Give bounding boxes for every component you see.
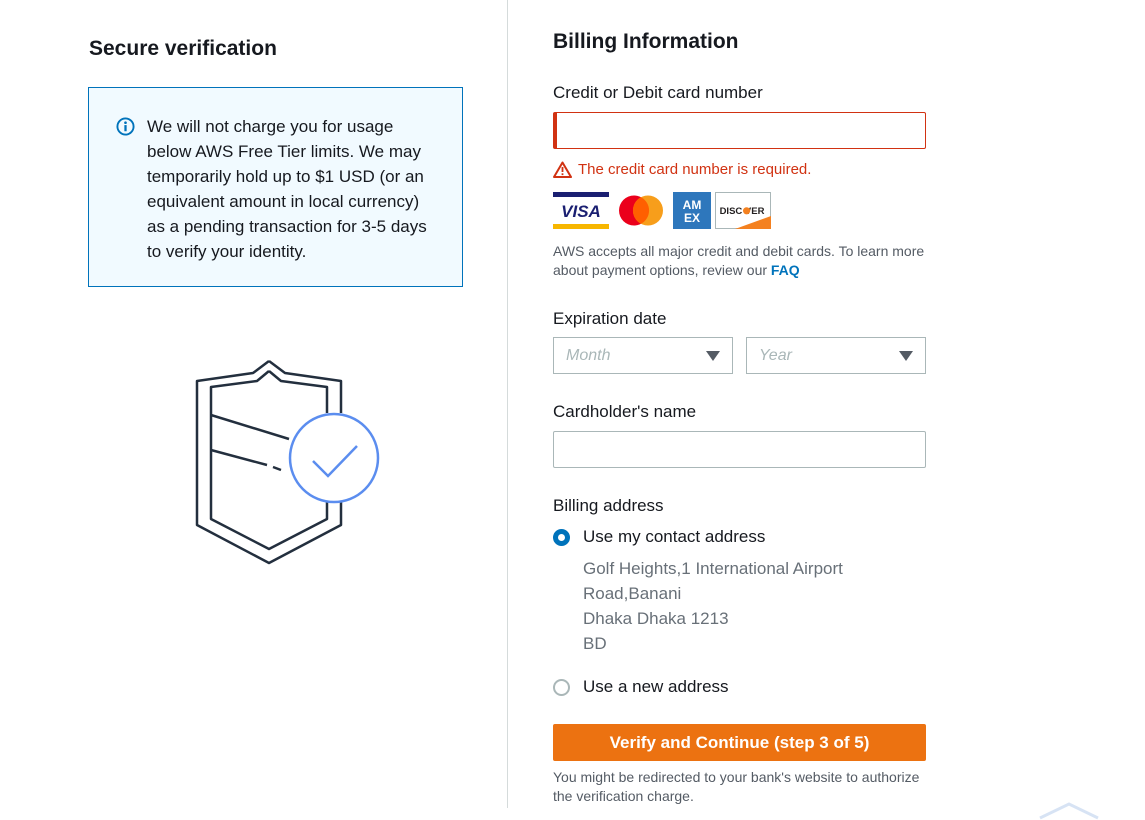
faq-link[interactable]: FAQ	[771, 262, 800, 278]
cardholder-name-input[interactable]	[553, 431, 926, 468]
card-number-label: Credit or Debit card number	[553, 83, 763, 102]
info-alert: We will not charge you for usage below A…	[88, 87, 463, 287]
visa-logo: VISA	[553, 192, 609, 229]
billing-information-title: Billing Information	[553, 30, 739, 53]
contact-address: Golf Heights,1 International Airport Roa…	[583, 556, 843, 656]
svg-text:EX: EX	[684, 211, 700, 225]
shield-check-illustration	[195, 360, 380, 565]
accepted-cards-note: AWS accepts all major credit and debit c…	[553, 242, 933, 280]
month-placeholder: Month	[566, 346, 611, 364]
billing-address-label: Billing address	[553, 496, 664, 515]
verify-continue-button[interactable]: Verify and Continue (step 3 of 5)	[553, 724, 926, 761]
month-select[interactable]: Month	[553, 337, 733, 374]
address-line: BD	[583, 634, 607, 653]
year-select[interactable]: Year	[746, 337, 926, 374]
radio-checked[interactable]	[553, 528, 570, 546]
use-new-address-option[interactable]: Use a new address	[553, 677, 729, 697]
address-line: Road,Banani	[583, 584, 682, 603]
warning-icon	[553, 161, 572, 178]
mastercard-logo	[613, 192, 669, 229]
card-number-input[interactable]	[553, 112, 926, 149]
address-line: Dhaka Dhaka 1213	[583, 609, 729, 628]
svg-text:VISA: VISA	[561, 202, 601, 221]
svg-text:DISC VER: DISC VER	[720, 206, 765, 217]
card-error-message: The credit card number is required.	[553, 158, 811, 180]
cardholder-name-label: Cardholder's name	[553, 402, 697, 421]
info-icon	[116, 117, 135, 136]
redirect-note: You might be redirected to your bank's w…	[553, 769, 920, 804]
card-brand-logos: VISA AM EX DISC VER	[553, 192, 771, 229]
chevron-up-icon[interactable]	[1038, 800, 1100, 820]
use-contact-address-option[interactable]: Use my contact address	[553, 527, 765, 547]
use-new-address-label: Use a new address	[583, 677, 729, 696]
info-text: We will not charge you for usage below A…	[147, 117, 427, 261]
amex-logo: AM EX	[673, 192, 711, 229]
accepted-cards-text: AWS accepts all major credit and debit c…	[553, 243, 925, 278]
card-error-text: The credit card number is required.	[578, 160, 812, 178]
chevron-down-icon	[706, 351, 720, 361]
column-divider	[507, 0, 508, 808]
use-contact-address-label: Use my contact address	[583, 527, 766, 546]
discover-logo: DISC VER	[715, 192, 771, 229]
expiration-date-label: Expiration date	[553, 309, 667, 328]
svg-text:AM: AM	[683, 198, 702, 212]
radio-unchecked[interactable]	[553, 678, 570, 696]
year-placeholder: Year	[759, 346, 792, 364]
chevron-down-icon	[899, 351, 913, 361]
address-line: Golf Heights,1 International Airport	[583, 559, 843, 578]
secure-verification-title: Secure verification	[89, 37, 277, 60]
